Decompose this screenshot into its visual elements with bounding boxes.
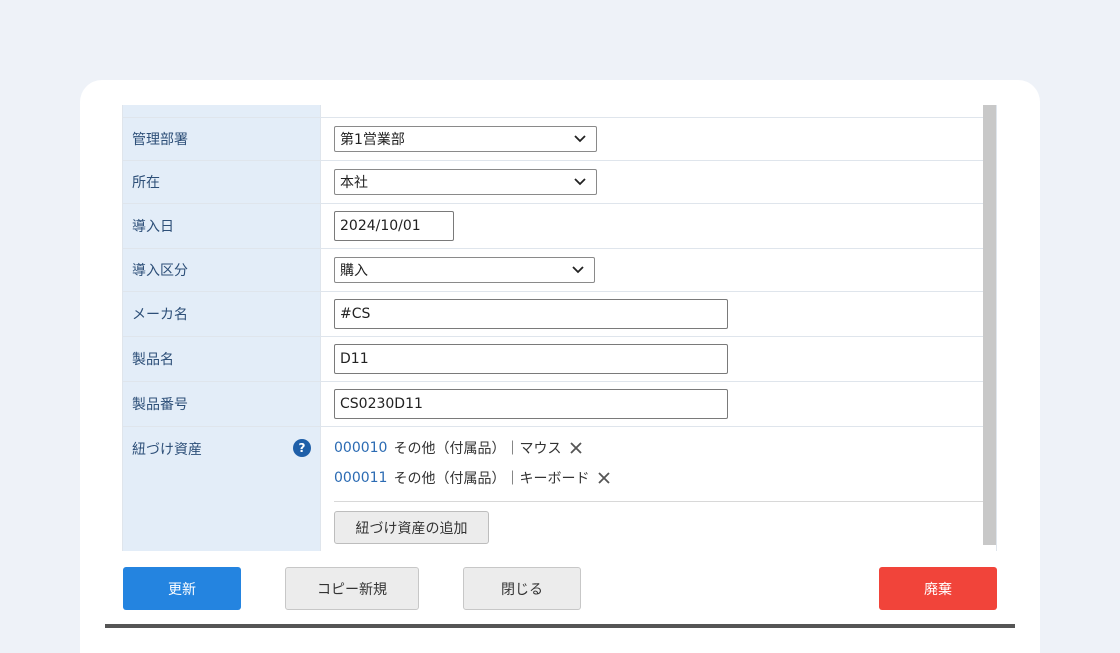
linked-asset-code-link[interactable]: 000010 [334,440,387,456]
form-row-product-number: 製品番号 CS0230D11 [123,382,996,427]
update-button[interactable]: 更新 [123,567,241,610]
asset-form: 管理部署 第1営業部 所在 本社 導入日 2024/10/01 導入区分 購入 … [122,105,997,551]
product-number-input[interactable]: CS0230D11 [334,389,728,419]
linked-asset-item: 000010 その他（付属品）｜マウス [334,433,984,463]
close-icon[interactable] [569,441,583,455]
form-row-top-partial [123,105,996,118]
row-label-empty [123,105,321,117]
maker-input[interactable]: #CS [334,299,728,329]
product-name-input[interactable]: D11 [334,344,728,374]
department-select[interactable]: 第1営業部 [334,126,597,152]
linked-assets-list: 000010 その他（付属品）｜マウス 000011 その他（付属品）｜キーボー… [334,433,996,544]
location-label: 所在 [123,161,321,203]
chevron-down-icon [574,135,586,143]
close-button[interactable]: 閉じる [463,567,581,610]
form-row-maker: メーカ名 #CS [123,292,996,337]
discard-button[interactable]: 廃棄 [879,567,997,610]
maker-label: メーカ名 [123,292,321,336]
chevron-down-icon [574,178,586,186]
location-select-value: 本社 [340,175,368,191]
copy-new-button[interactable]: コピー新規 [285,567,419,610]
linked-asset-item: 000011 その他（付属品）｜キーボード [334,463,984,493]
form-row-department: 管理部署 第1営業部 [123,118,996,161]
product-name-label: 製品名 [123,337,321,381]
help-icon[interactable]: ? [293,439,311,457]
intro-type-select[interactable]: 購入 [334,257,595,283]
row-value-empty [321,105,996,117]
department-select-value: 第1営業部 [340,132,405,148]
location-select[interactable]: 本社 [334,169,597,195]
chevron-down-icon [572,266,584,274]
divider [334,501,984,502]
intro-date-input[interactable]: 2024/10/01 [334,211,454,241]
linked-asset-text: その他（付属品）｜マウス [393,441,562,457]
form-row-location: 所在 本社 [123,161,996,204]
form-row-intro-type: 導入区分 購入 [123,249,996,292]
intro-date-label: 導入日 [123,204,321,248]
intro-type-select-value: 購入 [340,263,368,279]
divider [105,624,1015,628]
scrollbar[interactable] [983,105,996,545]
add-linked-asset-button[interactable]: 紐づけ資産の追加 [334,511,489,544]
linked-asset-text: その他（付属品）｜キーボード [393,471,590,487]
form-row-product-name: 製品名 D11 [123,337,996,382]
form-row-linked-assets: 紐づけ資産 ? 000010 その他（付属品）｜マウス 000011 その他（付… [123,427,996,551]
asset-edit-card: 管理部署 第1営業部 所在 本社 導入日 2024/10/01 導入区分 購入 … [80,80,1040,653]
linked-asset-code-link[interactable]: 000011 [334,470,387,486]
close-icon[interactable] [597,471,611,485]
department-label: 管理部署 [123,118,321,160]
intro-type-label: 導入区分 [123,249,321,291]
form-row-intro-date: 導入日 2024/10/01 [123,204,996,249]
linked-assets-label-cell: 紐づけ資産 ? [123,427,321,551]
linked-assets-label: 紐づけ資産 [132,442,202,458]
product-number-label: 製品番号 [123,382,321,426]
